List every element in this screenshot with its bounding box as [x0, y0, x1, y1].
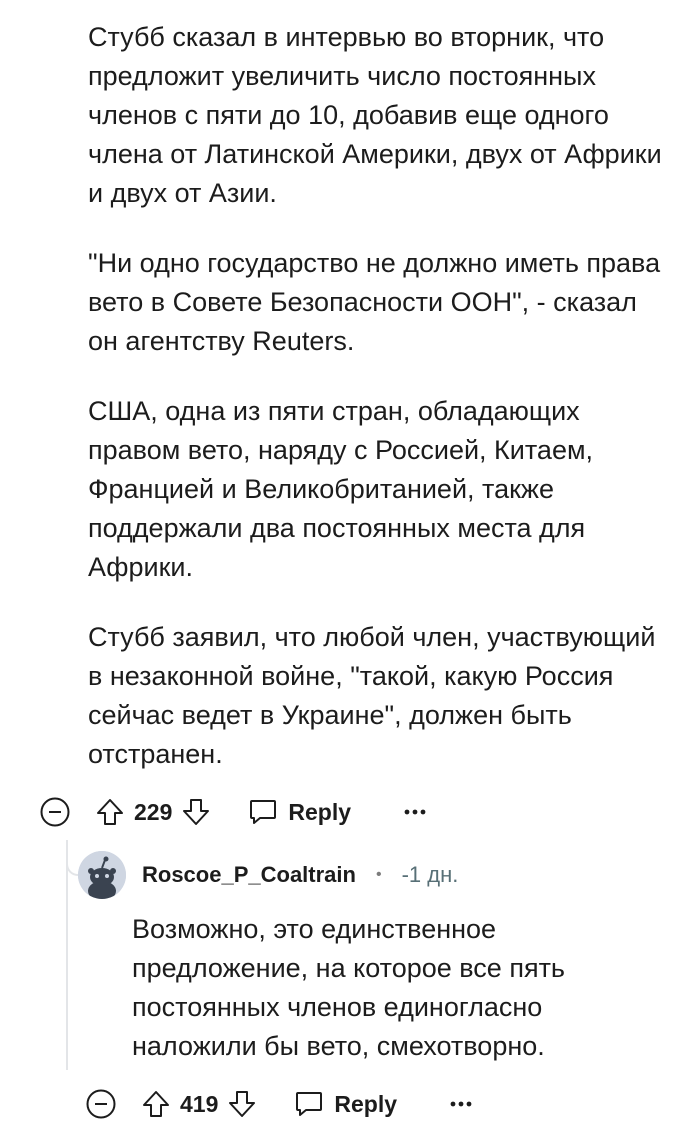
comment-body: Стубб сказал в интервью во вторник, что …	[88, 18, 668, 805]
downvote-arrow-icon[interactable]	[226, 1088, 258, 1120]
comment-paragraph: Стубб сказал в интервью во вторник, что …	[88, 22, 662, 208]
reply-body: Возможно, это единственное предложение, …	[132, 910, 672, 1066]
comment-paragraph: "Ни одно государство не должно иметь пра…	[88, 248, 661, 356]
speech-bubble-icon	[248, 798, 278, 826]
comment-action-bar: 229 Reply	[38, 792, 427, 832]
thread-line	[66, 840, 68, 1070]
speech-bubble-icon	[294, 1090, 324, 1118]
more-dots-icon[interactable]	[403, 800, 427, 824]
timestamp: -1 дн.	[401, 862, 459, 887]
collapse-minus-icon[interactable]	[84, 1087, 118, 1121]
reply-text: Возможно, это единственное предложение, …	[132, 914, 566, 1061]
downvote-arrow-icon[interactable]	[180, 796, 212, 828]
more-dots-icon[interactable]	[449, 1092, 473, 1116]
reply-label: Reply	[288, 798, 352, 825]
username[interactable]: Roscoe_P_Coaltrain	[142, 862, 356, 888]
reply-button[interactable]: Reply	[294, 1090, 397, 1118]
reply-label: Reply	[334, 1090, 398, 1117]
comment-paragraph: США, одна из пяти стран, обладающих прав…	[88, 396, 594, 582]
meta-separator: •	[375, 866, 382, 883]
reply-action-bar: 419 Reply	[84, 1084, 473, 1124]
reply-button[interactable]: Reply	[248, 798, 351, 826]
vote-score: 419	[180, 1090, 219, 1117]
comment-paragraph: Стубб заявил, что любой член, участвующи…	[88, 622, 656, 769]
upvote-arrow-icon[interactable]	[94, 796, 126, 828]
collapse-minus-icon[interactable]	[38, 795, 72, 829]
reply-header: Roscoe_P_Coaltrain • -1 дн.	[78, 848, 458, 902]
vote-score: 229	[134, 798, 173, 825]
upvote-arrow-icon[interactable]	[140, 1088, 172, 1120]
snoo-avatar-icon[interactable]	[78, 851, 126, 899]
